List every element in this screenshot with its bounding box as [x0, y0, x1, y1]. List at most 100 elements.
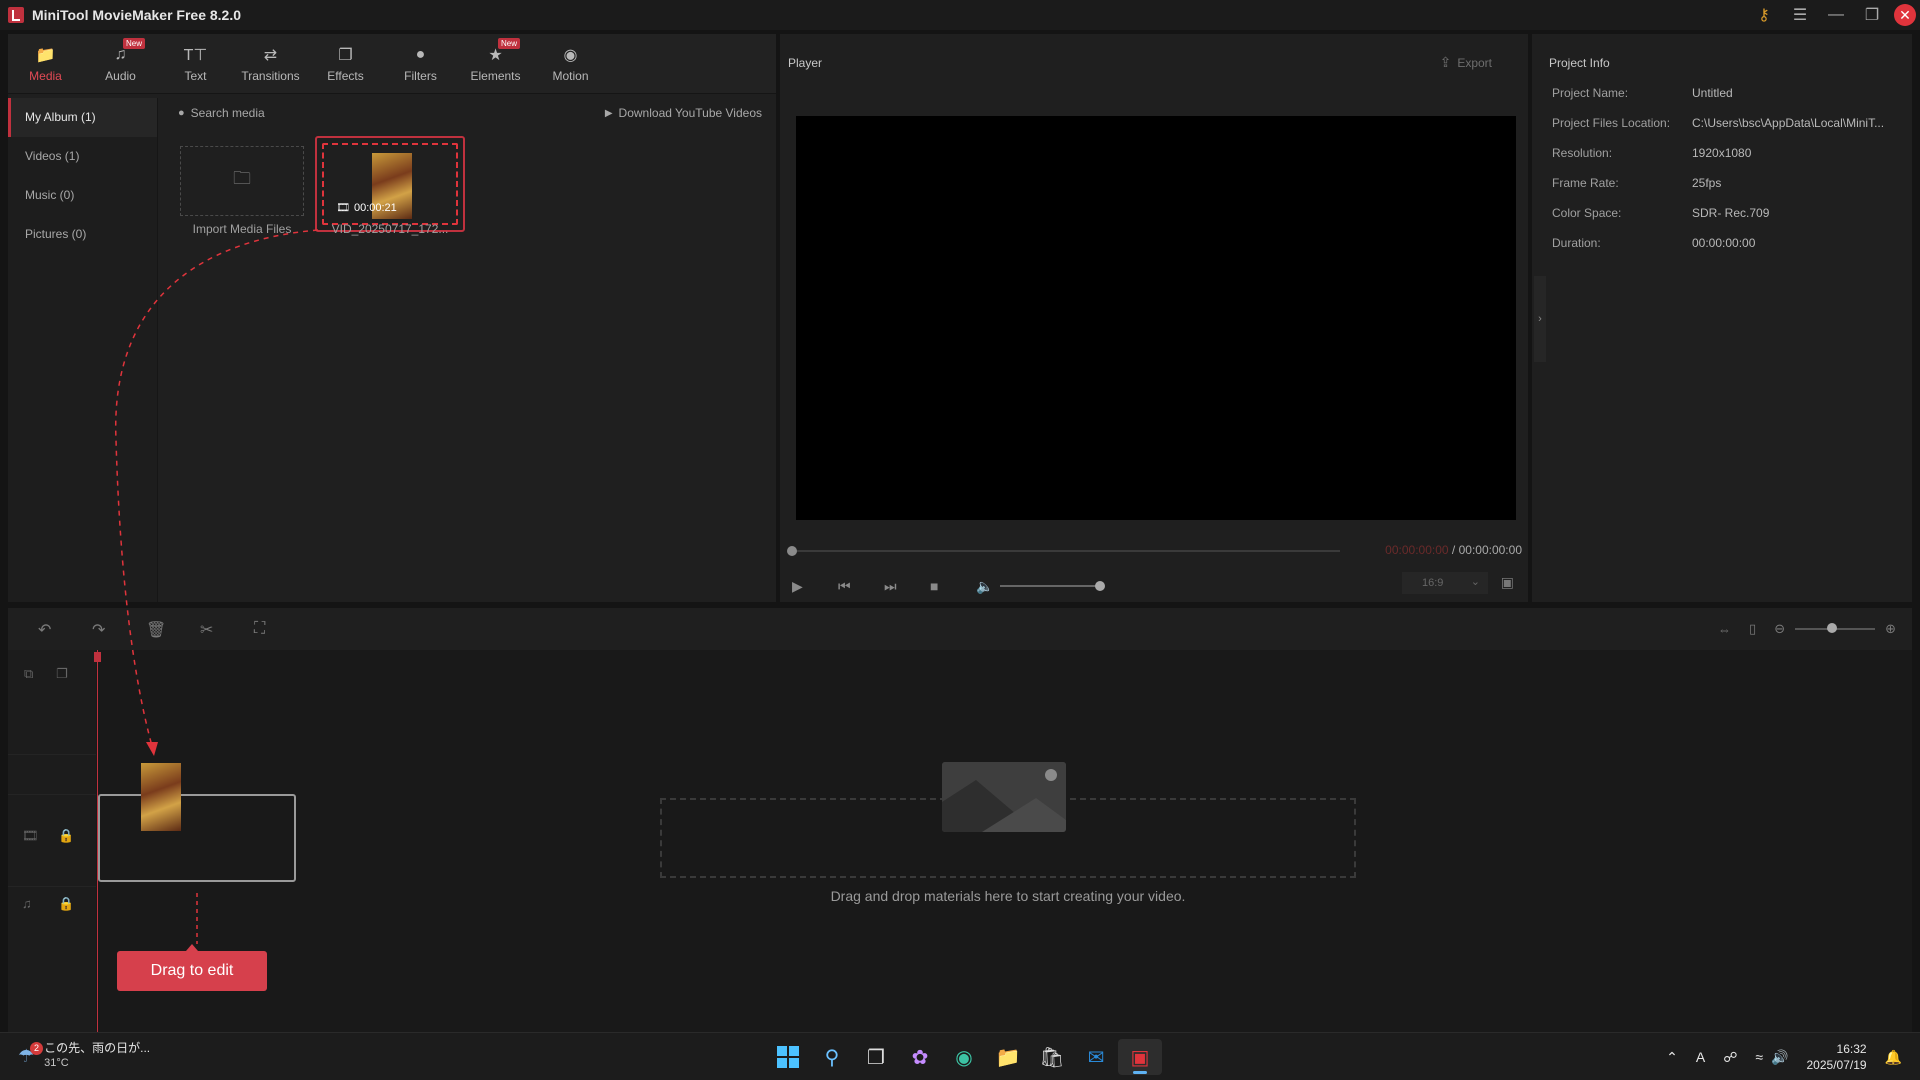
zoom-out-icon[interactable]: ⊖ [1774, 621, 1785, 637]
sidebar-item[interactable]: Pictures (0) [8, 215, 157, 254]
sidebar-item[interactable]: Videos (1) [8, 137, 157, 176]
audio-sync-icon[interactable]: ▯ [1749, 621, 1756, 637]
moviemaker-button[interactable]: ▣ [1118, 1039, 1162, 1075]
clock-time: 16:32 [1836, 1042, 1867, 1056]
total-time: 00:00:00:00 [1458, 543, 1522, 557]
info-key: Color Space: [1552, 206, 1622, 220]
sidebar-item[interactable]: Music (0) [8, 176, 157, 215]
info-key: Resolution: [1552, 146, 1613, 160]
tab-label: Elements [470, 69, 521, 83]
media-library: ● Search media ▶ Download YouTube Videos… [160, 98, 776, 602]
app-logo-icon [8, 7, 24, 23]
edge-button[interactable]: ◉ [942, 1039, 986, 1075]
split-button[interactable]: ✂ [200, 620, 254, 640]
window-title: MiniTool MovieMaker Free 8.2.0 [32, 7, 242, 23]
weather-widget[interactable]: ☂ 2 この先、雨の日が... 31°C [18, 1041, 150, 1071]
zoom-handle[interactable] [1827, 623, 1838, 633]
start-button[interactable] [766, 1039, 810, 1075]
play-button[interactable]: ▶ [792, 578, 838, 595]
aspect-ratio-select[interactable]: 16:9 ⌄ [1402, 572, 1488, 594]
delete-button[interactable]: 🗑 [146, 620, 200, 640]
zoom-in-icon[interactable]: ⊕ [1885, 621, 1896, 637]
current-time: 00:00:00:00 [1385, 543, 1449, 557]
media-clip[interactable]: 🎞 00:00:21 [315, 136, 465, 232]
play-icon: ▶ [792, 577, 803, 594]
speaker-icon: 🔈 [976, 577, 994, 594]
volume-slider[interactable] [1000, 581, 1105, 591]
scrubber-handle[interactable] [787, 546, 797, 556]
media-panel: 📁 Media ♫ Audio New T⊤ Text ⇄ Transitions ❐ Effect… [8, 34, 776, 602]
clip-drag-outline: 🎞 00:00:21 [322, 143, 458, 225]
task-view-button[interactable]: ❐ [854, 1039, 898, 1075]
fullscreen-button[interactable]: ▣ [1501, 574, 1514, 591]
export-button[interactable]: ⇪ Export [1440, 54, 1492, 71]
volume-icon[interactable]: 🔊 [1771, 1049, 1788, 1066]
task-view-icon: ❐ [867, 1046, 885, 1069]
tab-media[interactable]: 📁 Media [8, 34, 83, 94]
player-controls: ▶ ⏮ ⏭ ■ 🔈 [792, 574, 1105, 598]
search-button[interactable]: ⚲ [810, 1039, 854, 1075]
menu-icon[interactable]: ☰ [1782, 0, 1818, 30]
fit-timeline-icon[interactable]: ⇔ [1718, 622, 1731, 637]
info-key: Project Name: [1552, 86, 1629, 100]
file-explorer-button[interactable]: 📁 [986, 1039, 1030, 1075]
tab-elements[interactable]: ★ Elements New [458, 34, 533, 94]
volume-button[interactable]: 🔈 [976, 578, 1000, 595]
system-tray: ⌃ A ☍ ≈ 🔊 16:32 2025/07/19 🔔 [1648, 1039, 1902, 1075]
crop-button[interactable]: ⛶ [254, 620, 308, 640]
redo-button[interactable]: ↷ [92, 620, 146, 640]
tab-text[interactable]: T⊤ Text [158, 34, 233, 94]
tab-transitions[interactable]: ⇄ Transitions [233, 34, 308, 94]
prev-frame-button[interactable]: ⏮ [838, 578, 884, 595]
playback-scrubber[interactable] [787, 546, 1340, 556]
undo-button[interactable]: ↶ [38, 620, 92, 640]
next-frame-button[interactable]: ⏭ [884, 578, 930, 595]
chevron-up-icon[interactable]: ⌃ [1666, 1049, 1678, 1066]
store-button[interactable]: 🛍 [1030, 1039, 1074, 1075]
project-info-row: Project Name: Untitled [1552, 86, 1902, 100]
tab-filters[interactable]: ● Filters [383, 34, 458, 94]
folder-icon: 🗀 [233, 168, 251, 188]
copilot-button[interactable]: ✿ [898, 1039, 942, 1075]
tab-motion[interactable]: ◉ Motion [533, 34, 608, 94]
sidebar-item[interactable]: My Album (1) [8, 98, 157, 137]
download-youtube-link[interactable]: ▶ Download YouTube Videos [605, 106, 762, 120]
stop-button[interactable]: ■ [930, 578, 976, 594]
notification-icon[interactable]: 🔔 [1885, 1049, 1902, 1066]
key-icon[interactable]: ⚷ [1746, 0, 1782, 30]
close-button[interactable]: ✕ [1890, 0, 1920, 30]
aspect-ratio-value: 16:9 [1422, 577, 1444, 589]
crop-icon: ⛶ [254, 620, 266, 637]
drag-path-arrow [196, 893, 198, 944]
project-info-row: Resolution: 1920x1080 [1552, 146, 1902, 160]
tool-tabs: 📁 Media ♫ Audio New T⊤ Text ⇄ Transitions ❐ Effect… [8, 34, 776, 94]
tab-effects[interactable]: ❐ Effects [308, 34, 383, 94]
search-input[interactable]: Search media [191, 106, 265, 120]
search-icon: ● [178, 107, 185, 119]
input-language[interactable]: A [1696, 1049, 1705, 1065]
volume-handle[interactable] [1095, 581, 1105, 591]
info-key: Frame Rate: [1552, 176, 1619, 190]
project-info-row: Project Files Location: C:\Users\bsc\AppD… [1552, 116, 1902, 130]
filters-icon: ● [415, 46, 426, 63]
project-info-row: Frame Rate: 25fps [1552, 176, 1902, 190]
trash-icon: 🗑 [146, 622, 167, 639]
import-media-button[interactable]: 🗀 [180, 146, 304, 216]
timeline-zoom-slider[interactable] [1795, 623, 1876, 633]
timeline-area: ⧉ ❐ 🎞 🔒 ♫ 🔒 Drag and drop materials here… [8, 650, 1912, 1032]
window-controls: ⚷ ☰ — ❐ ✕ [1746, 0, 1920, 30]
rain-cloud-icon: ☂ 2 [18, 1041, 43, 1067]
collapse-panel-handle[interactable]: › [1534, 276, 1546, 362]
skip-back-icon: ⏮ [838, 577, 851, 594]
outlook-button[interactable]: ✉ [1074, 1039, 1118, 1075]
copilot-icon: ✿ [911, 1046, 929, 1069]
timecode: 00:00:00:00 / 00:00:00:00 [1385, 543, 1522, 557]
clock[interactable]: 16:32 2025/07/19 [1807, 1041, 1867, 1073]
weather-forecast: この先、雨の日が... [44, 1041, 151, 1055]
ime-icon[interactable]: ☍ [1723, 1049, 1737, 1066]
tab-audio[interactable]: ♫ Audio New [83, 34, 158, 94]
minimize-button[interactable]: — [1818, 0, 1854, 30]
clip-duration-text: 00:00:21 [353, 201, 397, 214]
maximize-button[interactable]: ❐ [1854, 0, 1890, 30]
wifi-icon[interactable]: ≈ [1755, 1049, 1763, 1065]
